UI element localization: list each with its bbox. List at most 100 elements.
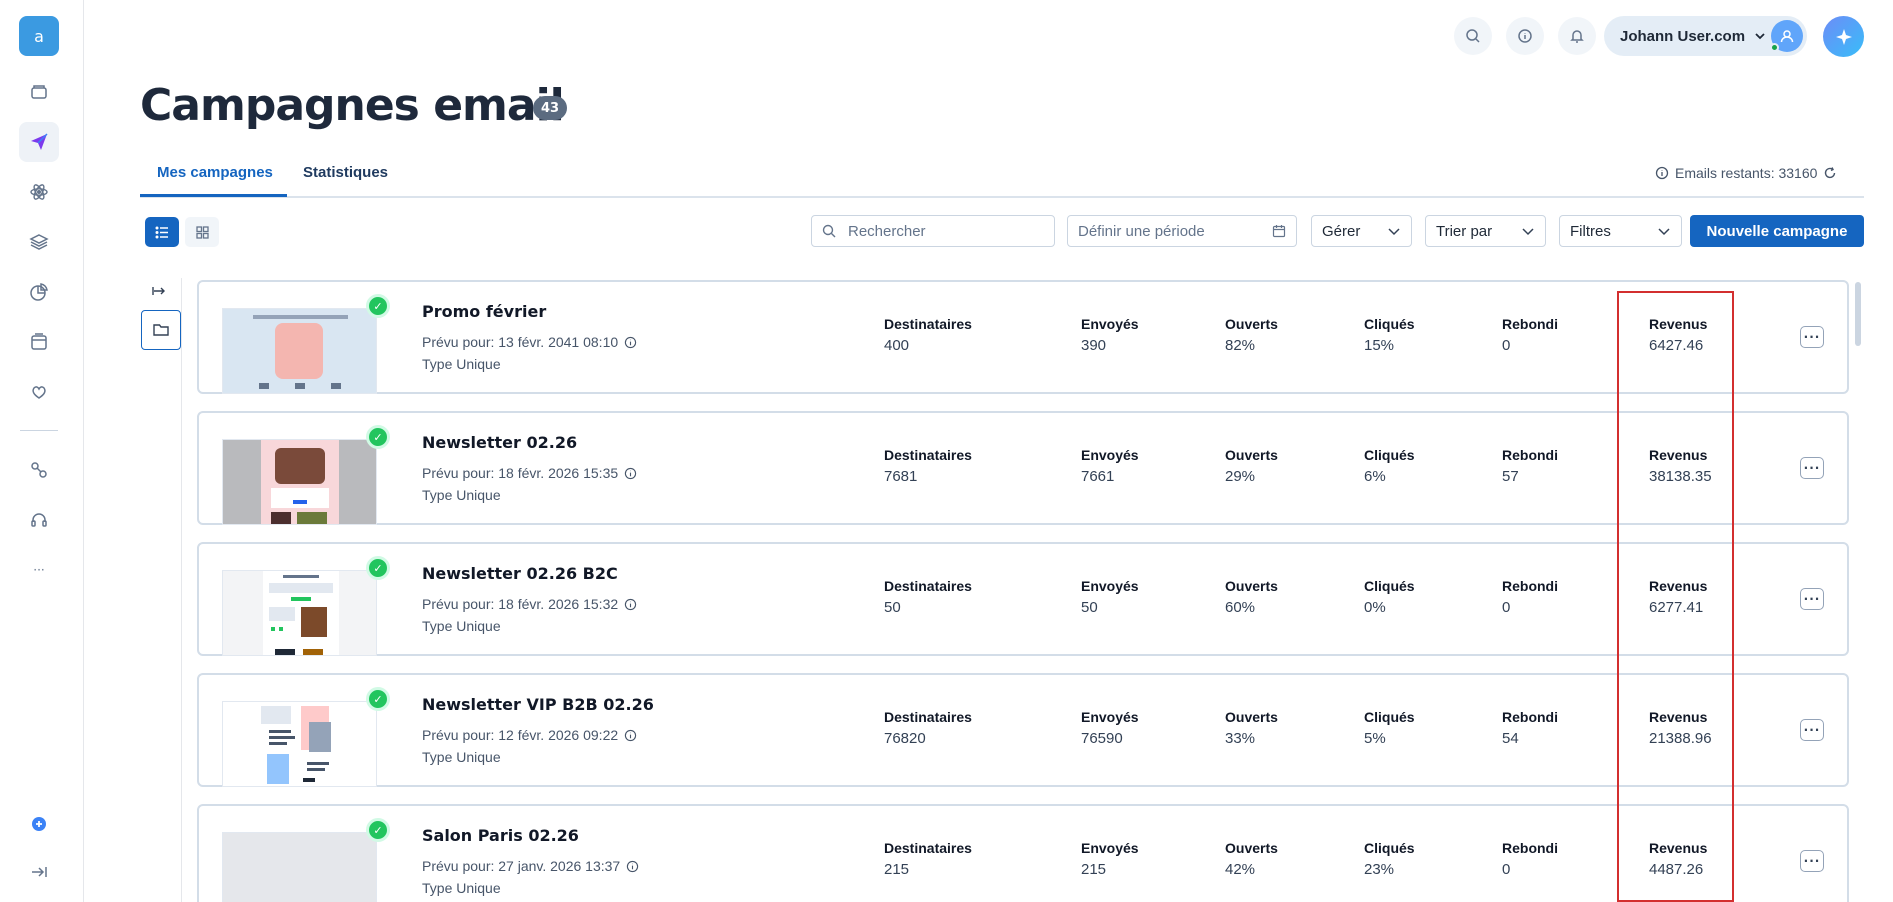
metric-label: Envoyés [1081, 840, 1139, 856]
grid-view-toggle[interactable] [185, 217, 219, 247]
info-icon[interactable] [626, 860, 639, 873]
campaign-card[interactable]: ✓ Newsletter 02.26 B2C Prévu pour: 18 févr… [197, 542, 1849, 656]
chevron-down-icon [1388, 228, 1400, 236]
wallet-icon[interactable] [19, 72, 59, 112]
campaign-card[interactable]: ✓ Promo février Prévu pour: 13 févr. 2041 … [197, 280, 1849, 394]
new-campaign-button[interactable]: Nouvelle campagne [1690, 215, 1864, 247]
metric-label: Ouverts [1225, 316, 1278, 332]
search-icon [822, 224, 836, 238]
metric-value: 390 [1081, 337, 1107, 354]
list-icon [155, 226, 168, 238]
refresh-icon[interactable] [1823, 166, 1837, 180]
campaign-name[interactable]: Salon Paris 02.26 [422, 826, 579, 845]
campaign-type: Type Unique [422, 749, 501, 765]
metric-opened: Ouverts 33% [1225, 709, 1278, 747]
active-tab-indicator [140, 194, 287, 197]
more-options-icon[interactable]: ··· [1800, 719, 1824, 741]
info-icon[interactable] [624, 598, 637, 611]
campaign-schedule: Prévu pour: 18 févr. 2026 15:32 [422, 596, 637, 612]
metric-clicked: Cliqués 0% [1364, 578, 1415, 616]
metric-value: 0 [1502, 599, 1511, 616]
campaign-count-badge: 43 [533, 96, 568, 120]
more-icon[interactable]: ··· [19, 550, 59, 590]
window-icon[interactable] [19, 322, 59, 362]
bell-icon[interactable] [1558, 17, 1596, 55]
chart-pie-icon[interactable] [19, 272, 59, 312]
headset-icon[interactable] [19, 500, 59, 540]
folder-button[interactable] [141, 310, 181, 350]
sort-label: Trier par [1436, 222, 1493, 240]
more-options-icon[interactable]: ··· [1800, 588, 1824, 610]
metric-bounced: Rebondi 54 [1502, 709, 1558, 747]
folder-panel [140, 278, 182, 902]
metric-bounced: Rebondi 0 [1502, 316, 1558, 354]
metric-value: 33% [1225, 730, 1256, 747]
info-icon[interactable] [624, 467, 637, 480]
emails-remaining: Emails restants: 33160 [1655, 165, 1837, 181]
search-input[interactable]: Rechercher [811, 215, 1055, 247]
sparkle-icon [1835, 28, 1852, 45]
atom-icon[interactable] [19, 172, 59, 212]
list-view-toggle[interactable] [145, 217, 179, 247]
metric-bounced: Rebondi 0 [1502, 840, 1558, 878]
filters-dropdown[interactable]: Filtres [1559, 215, 1682, 247]
scrollbar-thumb[interactable] [1855, 282, 1861, 346]
sort-dropdown[interactable]: Trier par [1425, 215, 1546, 247]
more-options-icon[interactable]: ··· [1800, 326, 1824, 348]
period-picker[interactable]: Définir une période [1067, 215, 1297, 247]
info-icon[interactable] [624, 336, 637, 349]
user-menu[interactable]: Johann User.com [1604, 16, 1807, 56]
campaign-name[interactable]: Promo février [422, 302, 546, 321]
app-logo[interactable]: a [19, 16, 59, 56]
metric-opened: Ouverts 82% [1225, 316, 1278, 354]
campaign-type: Type Unique [422, 487, 501, 503]
help-icon[interactable] [19, 804, 59, 844]
campaign-card[interactable]: ✓ Newsletter VIP B2B 02.26 Prévu pour: 12 … [197, 673, 1849, 787]
metric-value: 0 [1502, 861, 1511, 878]
manage-label: Gérer [1322, 222, 1361, 240]
more-options-icon[interactable]: ··· [1800, 457, 1824, 479]
campaign-thumbnail[interactable] [222, 832, 377, 902]
heart-hand-icon[interactable] [19, 372, 59, 412]
campaign-card[interactable]: ✓ Salon Paris 02.26 Prévu pour: 27 janv. 2… [197, 804, 1849, 902]
campaign-thumbnail[interactable] [222, 439, 377, 525]
metric-value: 7681 [884, 468, 918, 485]
campaign-thumbnail[interactable] [222, 308, 377, 394]
metric-label: Envoyés [1081, 578, 1139, 594]
campaign-name[interactable]: Newsletter 02.26 [422, 433, 577, 452]
tab-statistiques[interactable]: Statistiques [303, 164, 388, 181]
sidebar: a ··· [0, 0, 84, 902]
metric-label: Rebondi [1502, 709, 1558, 725]
status-check-icon: ✓ [366, 556, 390, 580]
campaign-thumbnail[interactable] [222, 701, 377, 787]
manage-dropdown[interactable]: Gérer [1311, 215, 1412, 247]
metric-revenue: Revenus 38138.35 [1649, 447, 1712, 485]
campaign-schedule: Prévu pour: 18 févr. 2026 15:35 [422, 465, 637, 481]
campaign-card[interactable]: ✓ Newsletter 02.26 Prévu pour: 18 févr. 20… [197, 411, 1849, 525]
expand-panel-icon[interactable] [152, 283, 168, 299]
metric-label: Revenus [1649, 447, 1708, 463]
page-title: Campagnes email [140, 80, 565, 131]
tab-mes-campagnes[interactable]: Mes campagnes [157, 164, 273, 181]
metric-label: Destinataires [884, 709, 972, 725]
metric-recipients: Destinataires 215 [884, 840, 972, 878]
layers-icon[interactable] [19, 222, 59, 262]
chevron-down-icon [1658, 228, 1670, 236]
campaign-schedule: Prévu pour: 12 févr. 2026 09:22 [422, 727, 637, 743]
metric-label: Ouverts [1225, 840, 1278, 856]
expand-icon[interactable] [19, 852, 59, 892]
campaign-name[interactable]: Newsletter VIP B2B 02.26 [422, 695, 654, 714]
more-options-icon[interactable]: ··· [1800, 850, 1824, 872]
search-icon[interactable] [1454, 17, 1492, 55]
campaign-thumbnail[interactable] [222, 570, 377, 656]
filters-label: Filtres [1570, 222, 1611, 240]
campaign-name[interactable]: Newsletter 02.26 B2C [422, 564, 618, 583]
info-icon[interactable] [1506, 17, 1544, 55]
automation-icon[interactable] [19, 450, 59, 490]
status-check-icon: ✓ [366, 425, 390, 449]
send-icon[interactable] [19, 122, 59, 162]
metric-label: Rebondi [1502, 316, 1558, 332]
ai-assistant-button[interactable] [1823, 16, 1864, 57]
metric-clicked: Cliqués 15% [1364, 316, 1415, 354]
info-icon[interactable] [624, 729, 637, 742]
